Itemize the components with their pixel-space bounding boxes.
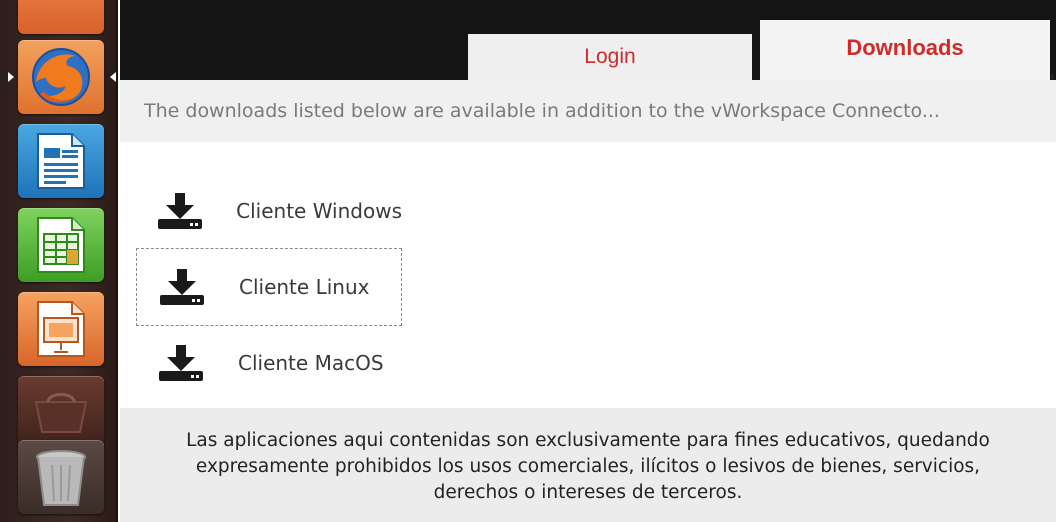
- download-label: Cliente MacOS: [238, 351, 384, 375]
- launcher-item-partial[interactable]: [18, 0, 104, 34]
- download-cliente-linux[interactable]: Cliente Linux: [136, 248, 402, 326]
- browser-window: Login Downloads The downloads listed bel…: [120, 0, 1056, 522]
- download-cliente-windows[interactable]: Cliente Windows: [136, 172, 402, 250]
- launcher-item-writer[interactable]: [18, 124, 104, 198]
- launcher-item-impress[interactable]: [18, 292, 104, 366]
- downloads-info-text: The downloads listed below are available…: [120, 80, 1056, 142]
- trash-icon: [36, 450, 86, 506]
- firefox-icon: [32, 48, 90, 106]
- running-indicator: [8, 72, 14, 82]
- launcher-item-trash[interactable]: [18, 440, 104, 514]
- software-center-icon: [34, 393, 88, 433]
- launcher-item-firefox[interactable]: [18, 40, 104, 114]
- tab-login[interactable]: Login: [468, 34, 752, 80]
- downloads-list: Cliente Windows Cliente Linux Cliente Ma…: [120, 142, 1056, 408]
- disclaimer-footer: Las aplicaciones aqui contenidas son exc…: [120, 408, 1056, 522]
- download-cliente-macos[interactable]: Cliente MacOS: [136, 324, 402, 402]
- calc-icon: [37, 217, 85, 273]
- tab-downloads[interactable]: Downloads: [760, 20, 1050, 80]
- disclaimer-line-3: derechos o intereses de terceros.: [433, 482, 743, 503]
- impress-icon: [37, 301, 85, 357]
- writer-icon: [37, 133, 85, 189]
- download-icon: [154, 189, 206, 233]
- disclaimer-line-2: expresamente prohibidos los usos comerci…: [195, 456, 981, 477]
- download-label: Cliente Linux: [239, 275, 370, 299]
- top-bar: Login Downloads: [120, 0, 1056, 80]
- launcher-item-calc[interactable]: [18, 208, 104, 282]
- info-text: The downloads listed below are available…: [144, 100, 940, 122]
- download-label: Cliente Windows: [236, 199, 402, 223]
- download-icon: [154, 341, 208, 385]
- disclaimer-line-1: Las aplicaciones aqui contenidas son exc…: [186, 430, 990, 451]
- download-icon: [155, 265, 209, 309]
- focused-indicator: [110, 72, 116, 82]
- launcher: [0, 0, 118, 522]
- launcher-item-software-center[interactable]: [18, 376, 104, 450]
